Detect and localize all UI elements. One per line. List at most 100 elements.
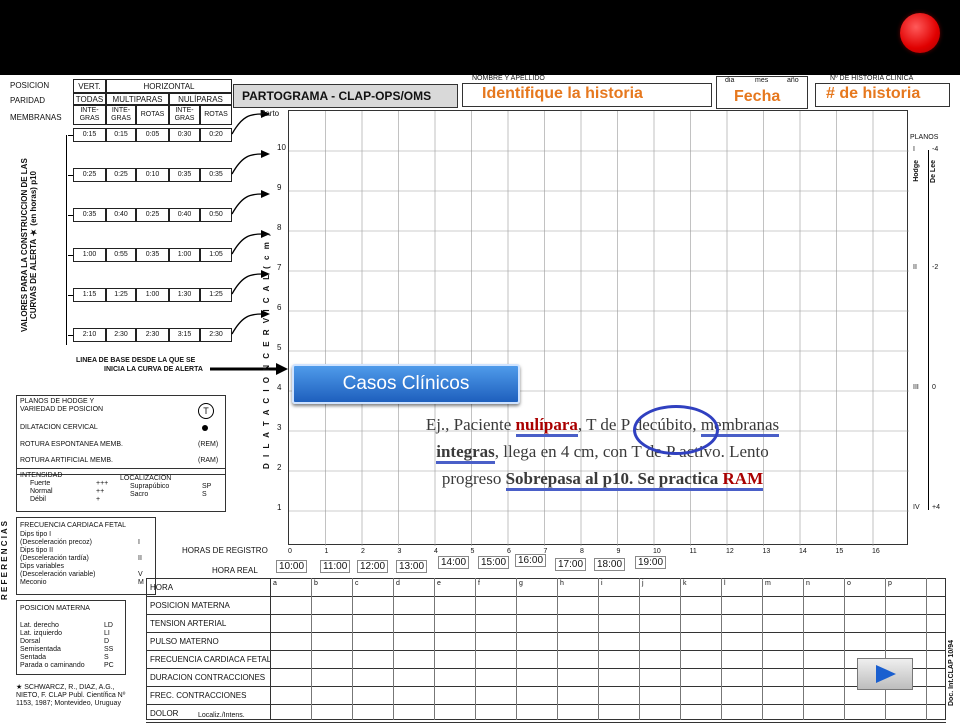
y-tick-label: 8 — [277, 223, 282, 232]
pos-item: Lat. derecho — [20, 622, 59, 629]
citation: ★ SCHWARCZ, R., DIAZ, A.G., NIETO, F. CL… — [16, 684, 126, 707]
header-todas: TODAS — [73, 93, 106, 105]
table-row-label: HORA — [150, 583, 174, 592]
column-letter: p — [888, 580, 892, 587]
hora-real-value: 14:00 — [438, 556, 470, 569]
alert-connector — [68, 175, 73, 176]
localizacion-label: LOCALIZACION — [120, 475, 172, 482]
nulipara-word: nulípara — [515, 415, 578, 437]
delee-label: De Lee — [930, 160, 937, 183]
hora-real-value: 19:00 — [635, 556, 667, 569]
header-nuliparas: NULÍPARAS — [169, 93, 232, 105]
fcf-mark: II — [138, 555, 142, 562]
table-col-line — [352, 578, 353, 720]
table-row: HORA — [146, 578, 946, 597]
header-integras-1: INTE-GRAS — [73, 105, 106, 125]
hour-tick-label: 4 — [434, 548, 438, 555]
column-letter: m — [765, 580, 771, 587]
pos-item: Sentada — [20, 654, 47, 661]
table-col-line — [926, 578, 927, 720]
table-row: PULSO MATERNO — [146, 632, 946, 651]
hour-tick-label: 16 — [872, 548, 880, 555]
table-col-line — [598, 578, 599, 720]
alert-value-cell: 0:30 — [169, 128, 200, 142]
dilatacion-axis-label: D I L A T A C I O N C E R V I C A L ( c … — [262, 231, 271, 469]
alert-value-cell: 0:05 — [136, 128, 169, 142]
table-row: POSICION MATERNA — [146, 596, 946, 615]
intensidad-label: INTENSIDAD — [20, 472, 63, 479]
alert-value-cell: 0:25 — [73, 168, 106, 182]
hour-tick-label: 11 — [689, 548, 697, 555]
alert-value-cell: 0:25 — [106, 168, 136, 182]
ref-rem: (REM) — [198, 441, 219, 448]
alert-value-cell: 0:35 — [169, 168, 200, 182]
intensidad-item: Débil — [30, 496, 46, 503]
linea-base-label: LINEA DE BASE DESDE LA QUE SE — [76, 357, 196, 364]
table-col-line — [803, 578, 804, 720]
pos-mark: SS — [104, 646, 114, 653]
alert-connector — [68, 335, 73, 336]
fecha-text: Fecha — [734, 88, 781, 105]
next-slide-button[interactable] — [857, 658, 913, 690]
ref-ram: (RAM) — [198, 457, 219, 464]
table-col-line — [885, 578, 886, 720]
row-label-paridad: PARIDAD — [10, 96, 45, 105]
historia-label: Nº DE HISTORIA CLINICA — [830, 75, 914, 82]
alert-value-cell: 1:00 — [73, 248, 106, 262]
table-row: TENSION ARTERIAL — [146, 614, 946, 633]
hour-tick-label: 1 — [324, 548, 329, 555]
y-tick-label: 7 — [277, 263, 282, 272]
column-letter: d — [396, 580, 400, 587]
delee-mark: -4 — [932, 146, 939, 153]
hour-tick-label: 14 — [799, 548, 807, 555]
referencias-label: R E F E R E N C I A S — [0, 521, 9, 600]
table-col-line — [516, 578, 517, 720]
case-line-2: integras, llega en 4 cm, con T de P acti… — [320, 438, 885, 465]
table-row: DURACION CONTRACCIONES — [146, 668, 946, 687]
delee-mark: -2 — [932, 264, 939, 271]
date-dia: dia — [725, 77, 735, 84]
fcf-mark: V — [138, 571, 143, 578]
hour-tick-label: 5 — [470, 548, 475, 555]
nombre-label: NOMBRE Y APELLIDO — [472, 75, 545, 82]
row-label-membranas: MEMBRANAS — [10, 113, 62, 122]
alert-connector — [68, 135, 73, 136]
row-label-posicion: POSICION — [10, 81, 50, 90]
alert-value-cell: 1:30 — [169, 288, 200, 302]
planes-axis — [928, 150, 929, 510]
date-mes: mes — [755, 77, 769, 84]
alert-value-cell: 1:00 — [169, 248, 200, 262]
hodge-mark: IV — [913, 504, 920, 511]
fcf-title: FRECUENCIA CARDIACA FETAL — [20, 522, 127, 529]
record-button-icon[interactable] — [900, 13, 940, 53]
header-horizontal: HORIZONTAL — [106, 79, 232, 93]
identifique-text: Identifique la historia — [482, 85, 643, 102]
table-row-label: FRECUENCIA CARDIACA FETAL — [150, 655, 272, 664]
hour-tick-label: 13 — [762, 548, 771, 555]
y-tick-label: 1 — [277, 503, 282, 512]
date-ano: año — [787, 77, 799, 84]
pos-item: Lat. izquierdo — [20, 630, 63, 637]
curve-arrow-icon — [231, 270, 270, 295]
top-black-bar — [0, 0, 960, 75]
pos-mark: LI — [104, 630, 110, 637]
dolor-sublabel: Localiz./Intens. — [198, 712, 245, 719]
alert-value-cell: 0:10 — [136, 168, 169, 182]
alert-connector — [68, 255, 73, 256]
alert-curve-title: VALORES PARA LA CONSTRUCCION DE LAS CURV… — [20, 158, 38, 332]
casos-clinicos-button[interactable]: Casos Clínicos — [292, 364, 520, 404]
historia-text: # de historia — [826, 85, 921, 102]
ref-dilatacion: DILATACION CERVICAL — [20, 424, 98, 431]
table-divider — [270, 578, 271, 720]
hora-real-value: 13:00 — [396, 560, 428, 573]
ref-rotura-art: ROTURA ARTIFICIAL MEMB. — [20, 457, 113, 464]
alert-value-cell: 0:55 — [106, 248, 136, 262]
hora-real-value: 17:00 — [555, 558, 587, 571]
alert-value-cell: 3:15 — [169, 328, 200, 342]
table-col-line — [393, 578, 394, 720]
table-col-line — [762, 578, 763, 720]
fcf-item: (Desceleración variable) — [20, 571, 96, 578]
fcf-mark: M — [138, 579, 144, 586]
curve-arrow-icon — [231, 150, 270, 175]
header-multiparas: MULTIPARAS — [106, 93, 169, 105]
